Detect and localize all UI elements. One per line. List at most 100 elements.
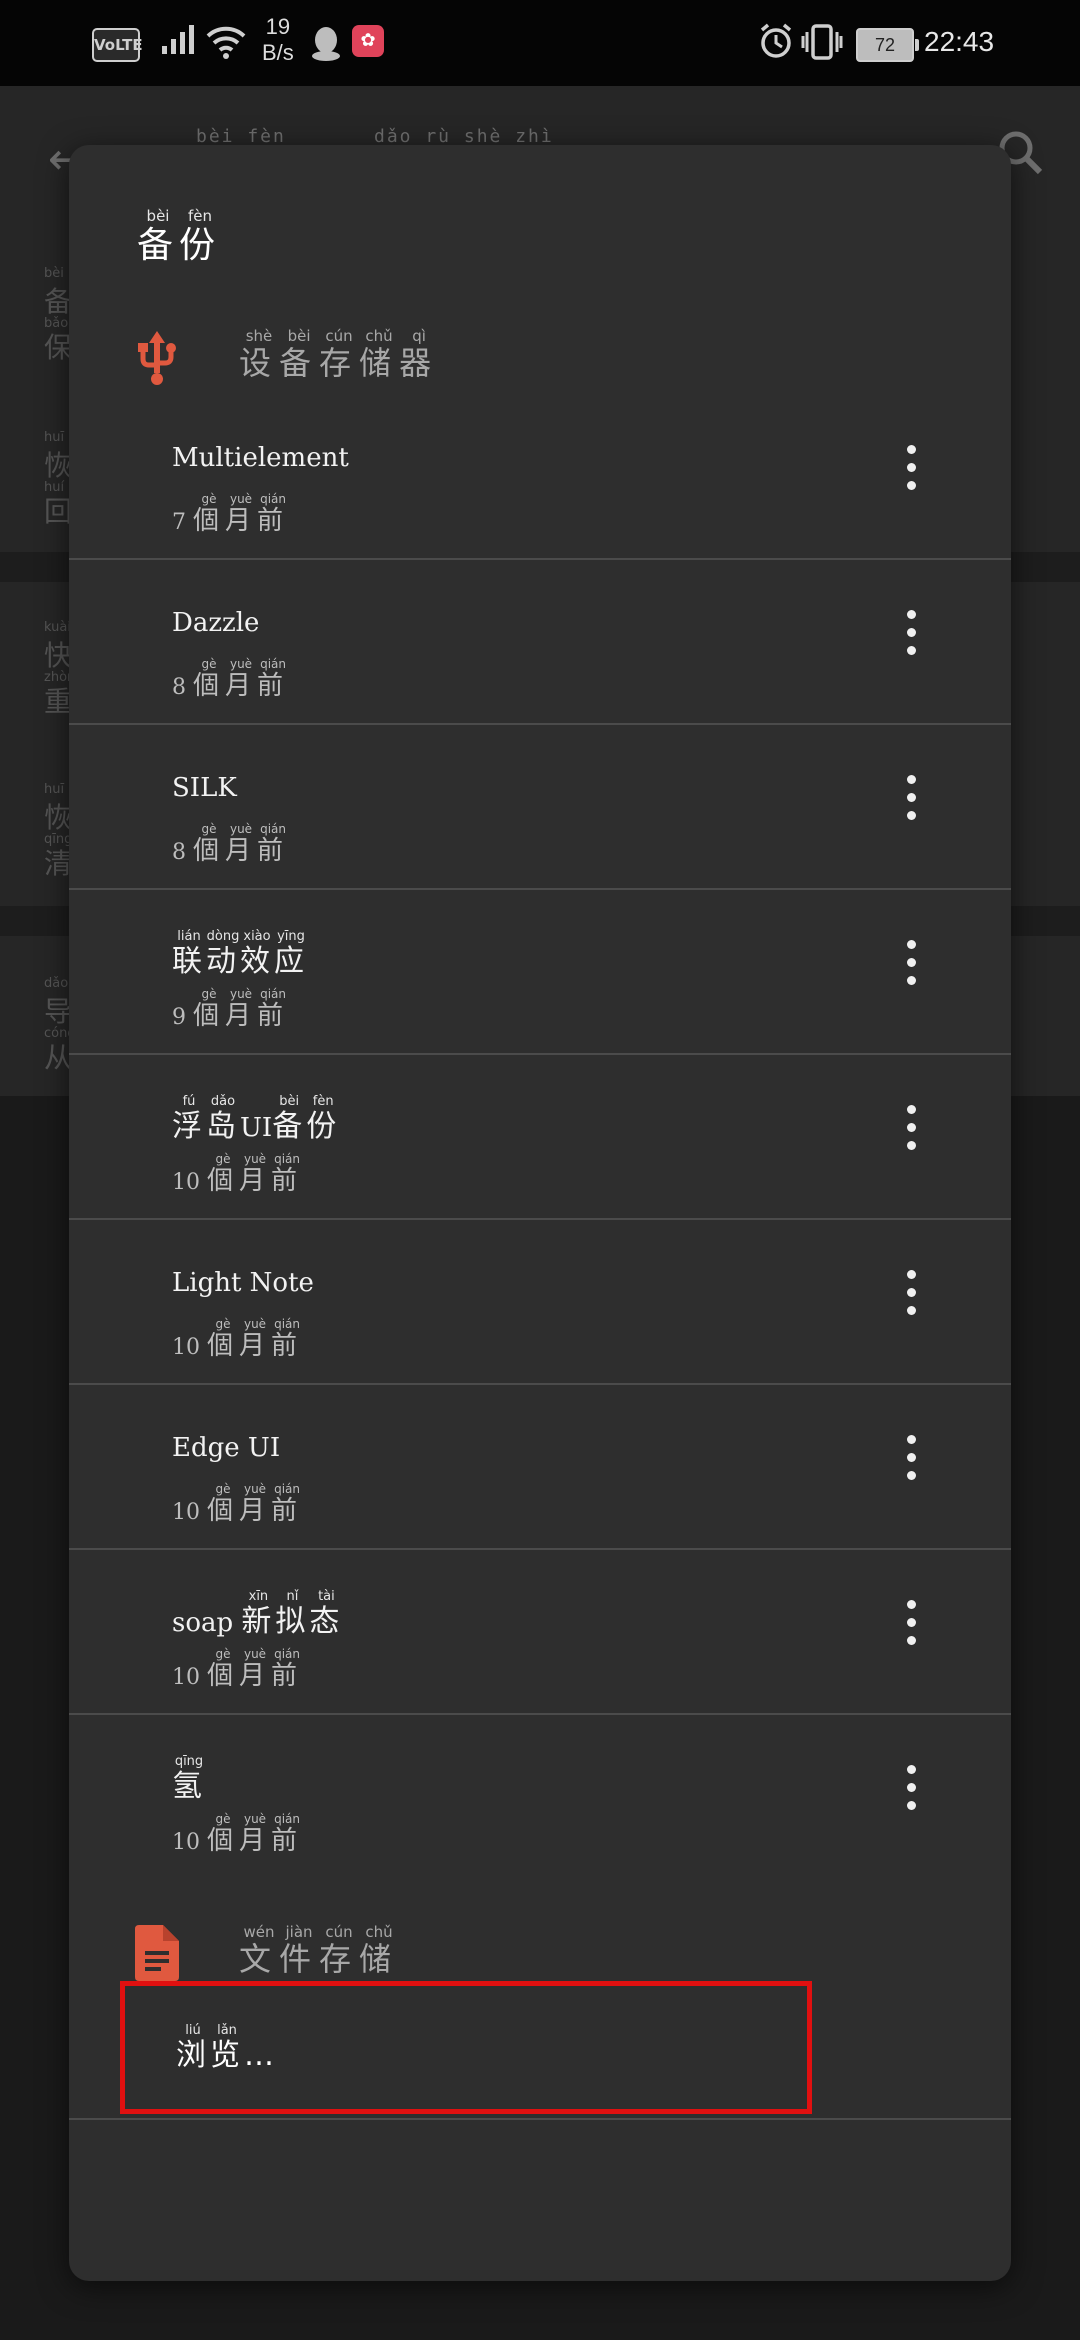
backup-months: 10 bbox=[172, 1170, 207, 1195]
ruby-char: 拟nǐ bbox=[275, 1589, 310, 1639]
backup-months: 10 bbox=[172, 1665, 207, 1690]
backup-months: 8 bbox=[172, 675, 193, 700]
pinyin: fú bbox=[172, 1094, 206, 1109]
backup-name: Edge UI bbox=[172, 1433, 280, 1463]
ruby-char: 氢qīng bbox=[172, 1754, 206, 1804]
pinyin: qián bbox=[257, 822, 290, 836]
wifi-icon bbox=[204, 22, 248, 66]
more-options-icon[interactable] bbox=[901, 445, 921, 505]
browse-label: 浏liú览lǎn… bbox=[176, 2023, 278, 2074]
status-bar: VoLTE 19 B/s ✿ 72 22:43 bbox=[0, 0, 1080, 86]
backup-months: 9 bbox=[172, 1005, 193, 1030]
hanzi: 备 bbox=[272, 1109, 307, 1144]
ruby-char: 前qián bbox=[271, 1317, 303, 1361]
hanzi: 月 bbox=[239, 1826, 272, 1856]
ruby-char: 储chǔ bbox=[359, 1923, 400, 1978]
pinyin: qián bbox=[271, 1317, 304, 1331]
hanzi: 月 bbox=[225, 671, 258, 701]
hanzi: 储 bbox=[359, 1940, 400, 1978]
backup-time: 10 個gè月yuè前qián bbox=[172, 1647, 303, 1692]
ruby-char: 月yuè bbox=[225, 987, 257, 1031]
hanzi: 岛 bbox=[206, 1109, 240, 1144]
backup-row[interactable]: Multielement 7 個gè月yuè前qián bbox=[69, 395, 1011, 560]
pinyin: yuè bbox=[239, 1812, 272, 1826]
pinyin: qián bbox=[257, 492, 290, 506]
backup-row[interactable]: SILK 8 個gè月yuè前qián bbox=[69, 725, 1011, 890]
pinyin: yuè bbox=[239, 1647, 272, 1661]
backup-row[interactable]: 联lián动dòng效xiào应yīng 9 個gè月yuè前qián bbox=[69, 890, 1011, 1055]
background-item-glyph: 重 bbox=[44, 685, 73, 718]
more-options-icon[interactable] bbox=[901, 775, 921, 835]
hanzi: 览 bbox=[210, 2038, 244, 2073]
background-item-glyph: huī bbox=[44, 430, 65, 445]
file-icon bbox=[135, 1925, 179, 1985]
ruby-char: 前qián bbox=[271, 1152, 303, 1196]
pinyin: yuè bbox=[225, 492, 258, 506]
pinyin: nǐ bbox=[275, 1589, 310, 1604]
backup-name: Light Note bbox=[172, 1268, 314, 1298]
pinyin: chǔ bbox=[359, 1923, 400, 1941]
pinyin: gè bbox=[207, 1317, 239, 1331]
ruby-char: 浏liú bbox=[176, 2023, 210, 2073]
more-options-icon[interactable] bbox=[901, 1765, 921, 1825]
pinyin: yīng bbox=[274, 929, 308, 944]
backup-row[interactable]: Dazzle 8 個gè月yuè前qián bbox=[69, 560, 1011, 725]
backup-months: 10 bbox=[172, 1335, 207, 1360]
background-item-glyph: 从 bbox=[44, 1041, 73, 1074]
backup-row[interactable]: soap 新xīn拟nǐ态tài 10 個gè月yuè前qián bbox=[69, 1550, 1011, 1715]
backup-list: Multielement 7 個gè月yuè前qián Dazzle 8 個gè月yu… bbox=[69, 395, 1011, 1878]
backup-name: 联lián动dòng效xiào应yīng bbox=[172, 929, 308, 980]
dialog-title-text: 备bèi份fèn bbox=[137, 207, 221, 266]
backup-row[interactable]: 浮fú岛dǎoUI备bèi份fèn 10 個gè月yuè前qián bbox=[69, 1055, 1011, 1220]
dialog-title: 备bèi份fèn bbox=[137, 207, 221, 268]
ruby-char: 個gè bbox=[207, 1317, 239, 1361]
ruby-char: 效xiào bbox=[240, 929, 274, 979]
pinyin: yuè bbox=[239, 1152, 272, 1166]
hanzi: 拟 bbox=[275, 1604, 310, 1639]
hanzi: 個 bbox=[207, 1661, 240, 1691]
hanzi: 动 bbox=[206, 944, 240, 979]
ruby-char: 前qián bbox=[271, 1647, 303, 1691]
ruby-char: 备bèi bbox=[272, 1094, 307, 1144]
hanzi: 前 bbox=[257, 671, 290, 701]
pinyin: qì bbox=[399, 327, 440, 345]
pinyin: dòng bbox=[206, 929, 240, 944]
backup-row[interactable]: Light Note 10 個gè月yuè前qián bbox=[69, 1220, 1011, 1385]
backup-name: 氢qīng bbox=[172, 1754, 206, 1805]
ruby-char: 月yuè bbox=[239, 1152, 271, 1196]
more-options-icon[interactable] bbox=[901, 1600, 921, 1660]
app-notification-icon: ✿ bbox=[352, 25, 384, 57]
backup-name: 浮fú岛dǎoUI备bèi份fèn bbox=[172, 1094, 340, 1145]
background-item-glyph: kuài bbox=[44, 620, 71, 635]
hanzi: 個 bbox=[207, 1166, 240, 1196]
ruby-char: 月yuè bbox=[225, 492, 257, 536]
network-speed: 19 B/s bbox=[262, 14, 294, 65]
pinyin: qián bbox=[271, 1152, 304, 1166]
ruby-char: 月yuè bbox=[239, 1812, 272, 1856]
backup-time: 7 個gè月yuè前qián bbox=[172, 492, 290, 537]
backup-row[interactable]: 氢qīng 10 個gè月yuè前qián bbox=[69, 1715, 1011, 1878]
more-options-icon[interactable] bbox=[901, 1270, 921, 1330]
ruby-char: 個gè bbox=[207, 1812, 240, 1856]
pinyin: bèi bbox=[272, 1094, 307, 1109]
ruby-char: 应yīng bbox=[274, 929, 308, 979]
ruby-char: 器qì bbox=[399, 327, 440, 382]
browse-ellipsis: … bbox=[244, 2038, 278, 2073]
hanzi: 個 bbox=[207, 1826, 240, 1856]
more-options-icon[interactable] bbox=[901, 610, 921, 670]
more-options-icon[interactable] bbox=[901, 1435, 921, 1495]
hanzi: 前 bbox=[257, 506, 290, 536]
pinyin: gè bbox=[193, 987, 225, 1001]
ruby-char: 前qián bbox=[257, 657, 290, 701]
pinyin: yuè bbox=[225, 987, 258, 1001]
pinyin: gè bbox=[207, 1152, 239, 1166]
more-options-icon[interactable] bbox=[901, 1105, 921, 1165]
pinyin: liú bbox=[176, 2023, 210, 2038]
hanzi: 個 bbox=[193, 671, 226, 701]
browse-button[interactable]: 浏liú览lǎn… bbox=[69, 1978, 1011, 2120]
more-options-icon[interactable] bbox=[901, 940, 921, 1000]
hanzi: 效 bbox=[240, 944, 274, 979]
backup-row[interactable]: Edge UI 10 個gè月yuè前qián bbox=[69, 1385, 1011, 1550]
hanzi: 器 bbox=[399, 344, 440, 382]
hanzi: 個 bbox=[193, 836, 226, 866]
